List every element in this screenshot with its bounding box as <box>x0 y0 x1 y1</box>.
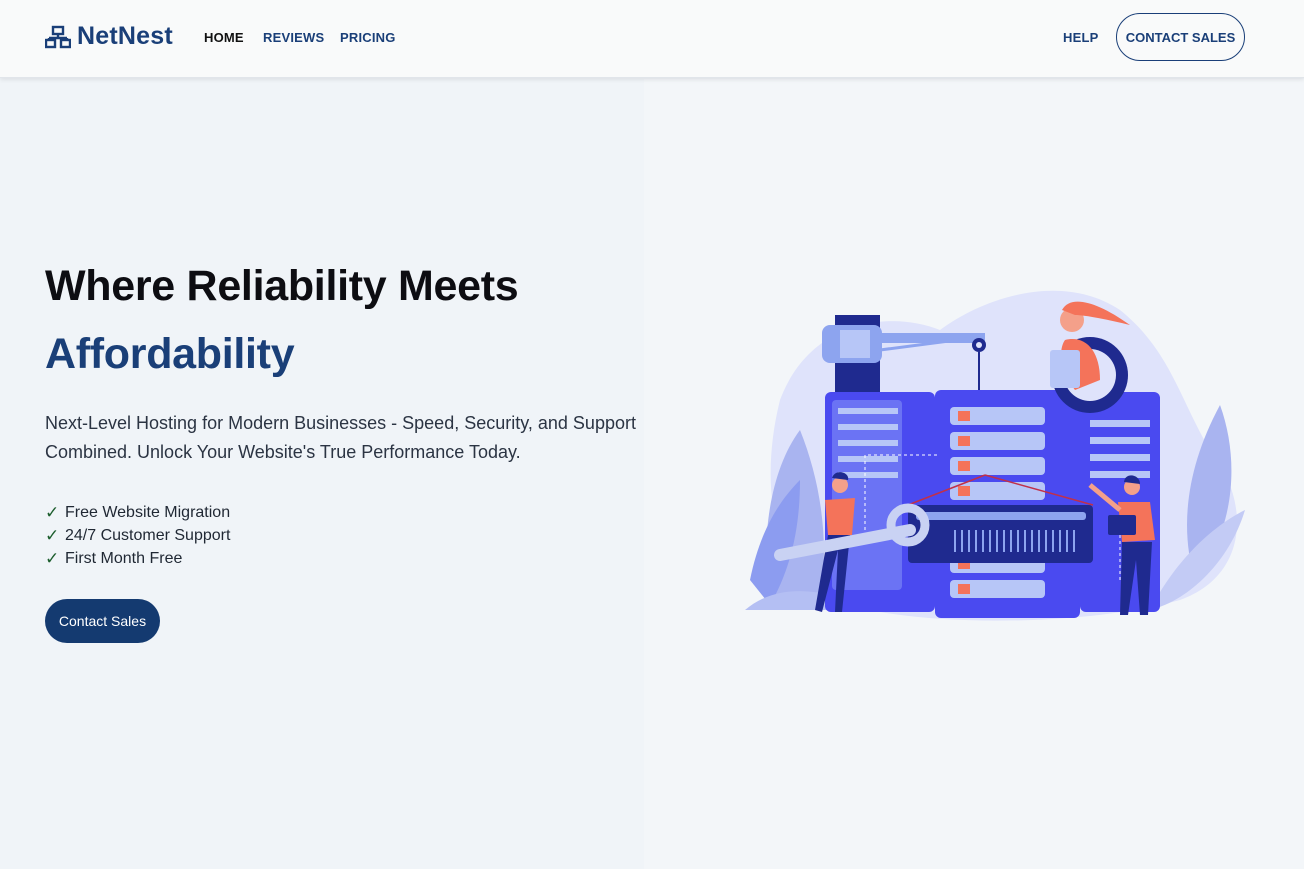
feature-item: ✓ Free Website Migration <box>45 501 230 524</box>
checkmark-icon: ✓ <box>45 549 60 568</box>
server-maintenance-illustration <box>745 290 1245 621</box>
feature-item: ✓ First Month Free <box>45 547 230 570</box>
top-navbar: NetNest HOME REVIEWS PRICING HELP CONTAC… <box>0 0 1304 78</box>
nav-reviews[interactable]: REVIEWS <box>263 30 324 45</box>
hero-text-panel <box>0 79 644 869</box>
hero-subtitle: Next-Level Hosting for Modern Businesses… <box>45 413 636 462</box>
checkmark-icon: ✓ <box>45 526 60 545</box>
nav-home[interactable]: HOME <box>204 30 244 45</box>
checkmark-icon: ✓ <box>45 503 60 522</box>
nav-help[interactable]: HELP <box>1063 30 1098 45</box>
feature-list: ✓ Free Website Migration ✓ 24/7 Customer S… <box>45 501 230 570</box>
hero-title-line1: Where Reliability Meets <box>45 262 519 310</box>
contact-sales-button[interactable]: Contact Sales <box>45 599 160 643</box>
nav-pricing[interactable]: PRICING <box>340 30 396 45</box>
brand-name: NetNest <box>77 22 173 50</box>
brand-logo[interactable]: NetNest <box>45 22 173 51</box>
feature-label: 24/7 Customer Support <box>65 527 231 544</box>
network-icon <box>45 25 71 48</box>
feature-label: Free Website Migration <box>65 504 231 521</box>
feature-label: First Month Free <box>65 550 183 567</box>
hero-title: Where Reliability Meets Affordability <box>45 252 519 388</box>
feature-item: ✓ 24/7 Customer Support <box>45 524 230 547</box>
hero-title-line2: Affordability <box>45 330 295 378</box>
contact-sales-nav-button[interactable]: CONTACT SALES <box>1116 13 1245 61</box>
